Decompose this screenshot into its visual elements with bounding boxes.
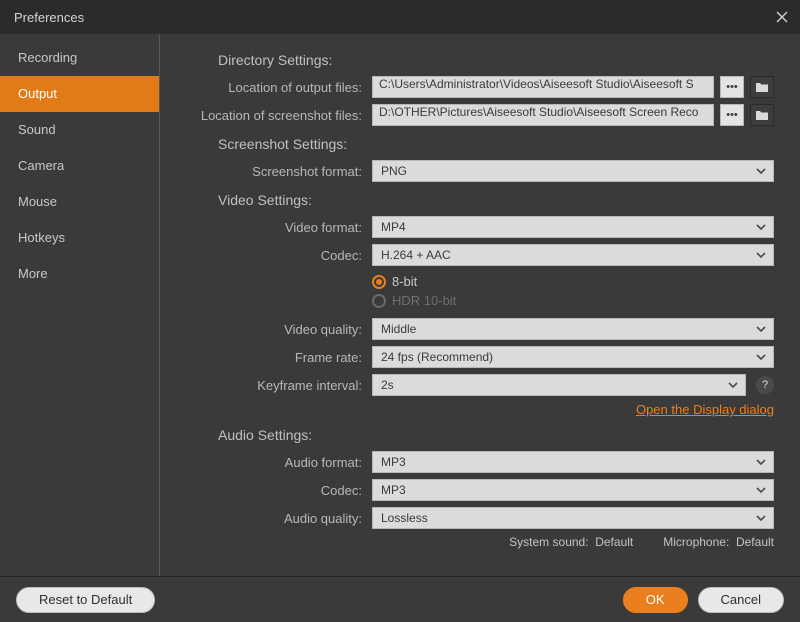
content-pane: Directory Settings: Location of output f…: [160, 34, 800, 576]
label-audio-format: Audio format:: [172, 455, 372, 470]
ellipsis-icon: •••: [726, 81, 738, 93]
sidebar-item-hotkeys[interactable]: Hotkeys: [0, 220, 159, 256]
chevron-down-icon: [755, 483, 767, 497]
folder-icon: [755, 81, 769, 93]
keyframe-interval-select[interactable]: 2s: [372, 374, 746, 396]
cancel-button[interactable]: Cancel: [698, 587, 784, 613]
sidebar-item-label: Sound: [18, 122, 56, 137]
label-video-codec: Codec:: [172, 248, 372, 263]
select-value: 2s: [381, 378, 394, 392]
chevron-down-icon: [727, 378, 739, 392]
section-audio-title: Audio Settings:: [218, 427, 774, 443]
radio-dot-icon: [372, 294, 386, 308]
close-icon[interactable]: [774, 9, 790, 25]
label-output-files: Location of output files:: [172, 80, 372, 95]
video-format-select[interactable]: MP4: [372, 216, 774, 238]
sidebar-item-label: Hotkeys: [18, 230, 65, 245]
sidebar: Recording Output Sound Camera Mouse Hotk…: [0, 34, 160, 576]
select-value: Middle: [381, 322, 416, 336]
radio-dot-icon: [372, 275, 386, 289]
system-sound-value: Default: [595, 535, 633, 549]
video-codec-select[interactable]: H.264 + AAC: [372, 244, 774, 266]
section-video-title: Video Settings:: [218, 192, 774, 208]
screenshot-format-select[interactable]: PNG: [372, 160, 774, 182]
chevron-down-icon: [755, 350, 767, 364]
screenshot-files-path-input[interactable]: D:\OTHER\Pictures\Aiseesoft Studio\Aisee…: [372, 104, 714, 126]
sidebar-item-output[interactable]: Output: [0, 76, 159, 112]
footer: Reset to Default OK Cancel: [0, 576, 800, 622]
select-value: 24 fps (Recommend): [381, 350, 493, 364]
chevron-down-icon: [755, 322, 767, 336]
section-directory-title: Directory Settings:: [218, 52, 774, 68]
ok-button[interactable]: OK: [623, 587, 688, 613]
radio-label: 8-bit: [392, 274, 417, 289]
chevron-down-icon: [755, 511, 767, 525]
label-screenshot-files: Location of screenshot files:: [172, 108, 372, 123]
label-screenshot-format: Screenshot format:: [172, 164, 372, 179]
frame-rate-select[interactable]: 24 fps (Recommend): [372, 346, 774, 368]
folder-icon: [755, 109, 769, 121]
audio-format-select[interactable]: MP3: [372, 451, 774, 473]
select-value: Lossless: [381, 511, 428, 525]
select-value: H.264 + AAC: [381, 248, 451, 262]
label-audio-quality: Audio quality:: [172, 511, 372, 526]
sidebar-item-more[interactable]: More: [0, 256, 159, 292]
titlebar: Preferences: [0, 0, 800, 34]
label-video-format: Video format:: [172, 220, 372, 235]
audio-device-status: System sound: Default Microphone: Defaul…: [172, 535, 774, 549]
sidebar-item-label: Mouse: [18, 194, 57, 209]
radio-8bit[interactable]: 8-bit: [372, 274, 456, 289]
output-files-path-input[interactable]: C:\Users\Administrator\Videos\Aiseesoft …: [372, 76, 714, 98]
open-screenshot-folder-button[interactable]: [750, 104, 774, 126]
chevron-down-icon: [755, 164, 767, 178]
select-value: MP3: [381, 483, 406, 497]
sidebar-item-label: Output: [18, 86, 57, 101]
sidebar-item-camera[interactable]: Camera: [0, 148, 159, 184]
browse-screenshot-button[interactable]: •••: [720, 104, 744, 126]
reset-to-default-button[interactable]: Reset to Default: [16, 587, 155, 613]
sidebar-item-sound[interactable]: Sound: [0, 112, 159, 148]
sidebar-item-label: Recording: [18, 50, 77, 65]
microphone-value: Default: [736, 535, 774, 549]
keyframe-help-button[interactable]: ?: [756, 376, 774, 394]
open-display-dialog-link[interactable]: Open the Display dialog: [636, 402, 774, 417]
chevron-down-icon: [755, 248, 767, 262]
label-audio-codec: Codec:: [172, 483, 372, 498]
system-sound-label: System sound:: [509, 535, 588, 549]
sidebar-item-mouse[interactable]: Mouse: [0, 184, 159, 220]
video-quality-select[interactable]: Middle: [372, 318, 774, 340]
chevron-down-icon: [755, 220, 767, 234]
question-icon: ?: [762, 379, 768, 391]
microphone-label: Microphone:: [663, 535, 729, 549]
select-value: MP4: [381, 220, 406, 234]
select-value: MP3: [381, 455, 406, 469]
browse-output-button[interactable]: •••: [720, 76, 744, 98]
ellipsis-icon: •••: [726, 109, 738, 121]
radio-hdr10bit[interactable]: HDR 10-bit: [372, 293, 456, 308]
window-title: Preferences: [14, 10, 84, 25]
chevron-down-icon: [755, 455, 767, 469]
sidebar-item-recording[interactable]: Recording: [0, 40, 159, 76]
audio-codec-select[interactable]: MP3: [372, 479, 774, 501]
label-frame-rate: Frame rate:: [172, 350, 372, 365]
open-output-folder-button[interactable]: [750, 76, 774, 98]
sidebar-item-label: More: [18, 266, 48, 281]
section-screenshot-title: Screenshot Settings:: [218, 136, 774, 152]
label-keyframe-interval: Keyframe interval:: [172, 378, 372, 393]
sidebar-item-label: Camera: [18, 158, 64, 173]
audio-quality-select[interactable]: Lossless: [372, 507, 774, 529]
radio-label: HDR 10-bit: [392, 293, 456, 308]
select-value: PNG: [381, 164, 407, 178]
label-video-quality: Video quality:: [172, 322, 372, 337]
